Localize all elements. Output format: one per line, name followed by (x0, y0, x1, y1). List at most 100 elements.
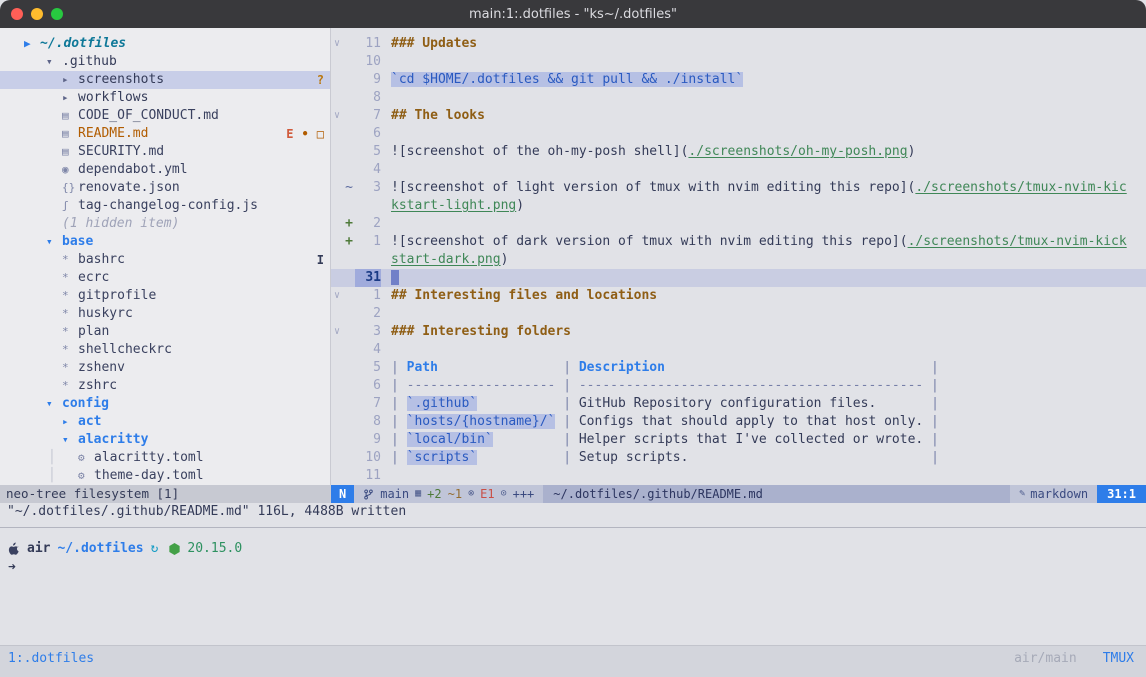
tmux-window-label[interactable]: 1:.dotfiles (8, 651, 94, 666)
sign-column (343, 35, 355, 53)
editor-line[interactable]: 2 (331, 305, 1146, 323)
line-text-segment: ----------------------------------------… (579, 378, 923, 393)
sign-column (343, 323, 355, 341)
tree-item-theme-day.toml[interactable]: │⚙theme-day.toml (0, 467, 330, 485)
tree-item-security.md[interactable]: ▤SECURITY.md (0, 143, 330, 161)
tree-item-label: (1 hidden item) (62, 215, 179, 233)
statusline-filename: ~/.dotfiles/.github/README.md (543, 485, 1010, 503)
editor-line[interactable]: 6| ------------------- | ---------------… (331, 377, 1146, 395)
shell-pane[interactable]: air ~/.dotfiles ↻ 20.15.0 ➜ (0, 528, 1146, 645)
tree-item-config[interactable]: ▾config (0, 395, 330, 413)
tree-item-plan[interactable]: *plan (0, 323, 330, 341)
editor-line[interactable]: ∨ 11### Updates (331, 35, 1146, 53)
editor-line[interactable]: start-dark.png) (331, 251, 1146, 269)
editor-line[interactable]: +1![screenshot of dark version of tmux w… (331, 233, 1146, 251)
tree-item-ecrc[interactable]: *ecrc (0, 269, 330, 287)
tree-item-workflows[interactable]: ▸workflows (0, 89, 330, 107)
fold-marker-icon[interactable]: ∨ (331, 287, 343, 305)
line-text-segment: Helper scripts that I've collected or wr… (579, 432, 923, 447)
line-text: ### Interesting folders (391, 323, 571, 341)
line-number: 3 (355, 179, 381, 197)
sign-column (343, 197, 355, 215)
editor-line[interactable]: 8 | `hosts/{hostname}/` | Configs that sh… (331, 413, 1146, 431)
minimize-button[interactable] (31, 8, 43, 20)
git-unstaged-badge: □ (317, 125, 324, 143)
line-number: 6 (355, 125, 381, 143)
editor-line[interactable]: 7| `.github` | GitHub Repository configu… (331, 395, 1146, 413)
fold-column (331, 197, 343, 215)
shell-file-icon: * (62, 305, 78, 323)
tree-item-label: base (62, 233, 93, 251)
tree-item-tag-changelog-config.js[interactable]: ʃtag-changelog-config.js (0, 197, 330, 215)
tree-item-badges: ? (317, 71, 330, 89)
line-text-segment: `cd $HOME/.dotfiles && git pull && ./ins… (391, 72, 743, 87)
editor-line[interactable]: 10| `scripts` | Setup scripts. | (331, 449, 1146, 467)
line-number: 31 (355, 269, 381, 287)
editor-line[interactable]: 5| Path | Description | (331, 359, 1146, 377)
fold-marker-icon[interactable]: ∨ (331, 107, 343, 125)
tree-item-label: config (62, 395, 109, 413)
tree-item-dependabot.yml[interactable]: ◉dependabot.yml (0, 161, 330, 179)
editor-line[interactable]: ∨ 3### Interesting folders (331, 323, 1146, 341)
tree-item--1-hidden-item-[interactable]: (1 hidden item) (0, 215, 330, 233)
editor-line[interactable]: 8 (331, 89, 1146, 107)
traffic-lights (11, 0, 63, 28)
line-text-segment: ## Interesting files and locations (391, 288, 657, 303)
line-number: 5 (355, 359, 381, 377)
line-text-segment: | (923, 432, 939, 447)
json-file-icon: {} (62, 179, 78, 197)
line-text: | `hosts/{hostname}/` | Configs that sho… (391, 413, 939, 431)
fold-column (331, 89, 343, 107)
editor-line[interactable]: 10 (331, 53, 1146, 71)
editor-line[interactable]: 6 (331, 125, 1146, 143)
tree-item-readme.md[interactable]: ▤README.mdE•□ (0, 125, 330, 143)
editor-line[interactable]: 11 (331, 467, 1146, 485)
editor-line[interactable]: kstart-light.png) (331, 197, 1146, 215)
editor-line[interactable]: 4 (331, 161, 1146, 179)
indent-guide: │ (48, 467, 56, 485)
tree-item-alacritty.toml[interactable]: │⚙alacritty.toml (0, 449, 330, 467)
line-text-segment: | (391, 414, 407, 429)
line-text-segment: Path (407, 360, 438, 375)
tree-item-.github[interactable]: ▾.github (0, 53, 330, 71)
editor-line[interactable]: 9| `local/bin` | Helper scripts that I'v… (331, 431, 1146, 449)
tree-item-renovate.json[interactable]: {}renovate.json (0, 179, 330, 197)
close-button[interactable] (11, 8, 23, 20)
line-text-segment: | (493, 432, 579, 447)
zoom-button[interactable] (51, 8, 63, 20)
fold-marker-icon[interactable]: ∨ (331, 35, 343, 53)
editor-line[interactable]: 9`cd $HOME/.dotfiles && git pull && ./in… (331, 71, 1146, 89)
tree-item-base[interactable]: ▾base (0, 233, 330, 251)
git-branch-name: main (380, 485, 409, 503)
editor-line[interactable]: ~3![screenshot of light version of tmux … (331, 179, 1146, 197)
editor-line[interactable]: ∨ 1## Interesting files and locations (331, 287, 1146, 305)
tree-item-screenshots[interactable]: ▸screenshots? (0, 71, 330, 89)
editor-line[interactable]: 31 (331, 269, 1146, 287)
sign-column (343, 359, 355, 377)
git-untracked-badge: ? (317, 71, 324, 89)
line-text: ### Updates (391, 35, 477, 53)
editor-line[interactable]: 4 (331, 341, 1146, 359)
line-number: 8 (355, 413, 381, 431)
line-text: ![screenshot of the oh-my-posh shell](./… (391, 143, 915, 161)
tree-item-huskyrc[interactable]: *huskyrc (0, 305, 330, 323)
tree-item-shellcheckrc[interactable]: *shellcheckrc (0, 341, 330, 359)
tree-item-zshenv[interactable]: *zshenv (0, 359, 330, 377)
tree-item-alacritty[interactable]: ▾alacritty (0, 431, 330, 449)
tree-item-label: zshrc (78, 377, 117, 395)
editor-line[interactable]: 5![screenshot of the oh-my-posh shell](.… (331, 143, 1146, 161)
editor-line[interactable]: +2 (331, 215, 1146, 233)
tree-item-zshrc[interactable]: *zshrc (0, 377, 330, 395)
fold-column (331, 377, 343, 395)
tree-item-bashrc[interactable]: *bashrcI (0, 251, 330, 269)
root-folder-arrow-icon: ▶ (24, 35, 40, 53)
tree-item-code-of-conduct.md[interactable]: ▤CODE_OF_CONDUCT.md (0, 107, 330, 125)
editor-line[interactable]: ∨ 7## The looks (331, 107, 1146, 125)
tree-item-gitprofile[interactable]: *gitprofile (0, 287, 330, 305)
tree-item-act[interactable]: ▸act (0, 413, 330, 431)
indent-guide: │ (48, 449, 56, 467)
fold-marker-icon[interactable]: ∨ (331, 323, 343, 341)
tree-item--.dotfiles[interactable]: ▶~/.dotfiles (0, 35, 330, 53)
line-text: ![screenshot of dark version of tmux wit… (391, 233, 1127, 251)
markdown-file-icon: ▤ (62, 107, 78, 125)
